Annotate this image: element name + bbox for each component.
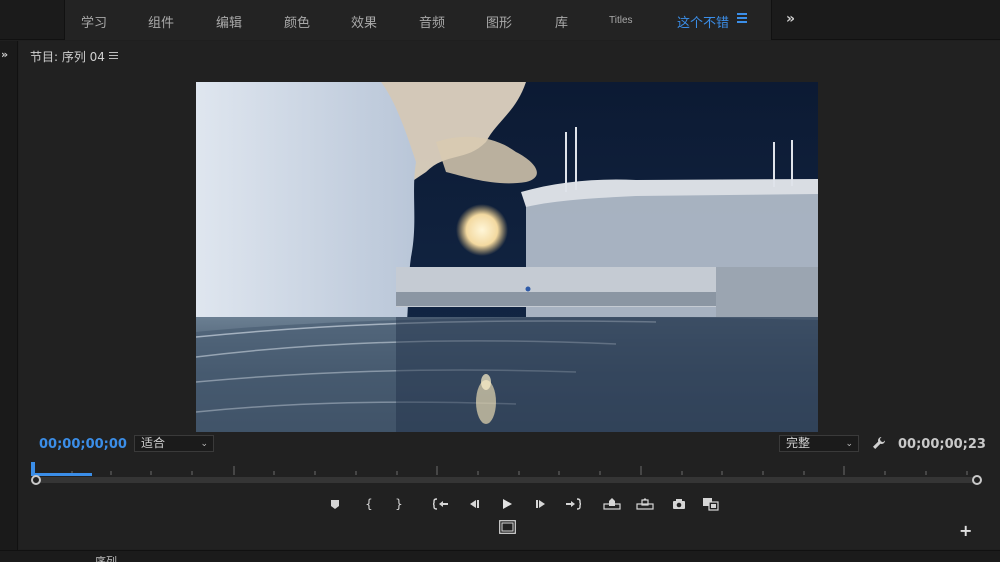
chevron-down-icon: ⌄ [200,439,208,449]
safe-margins-icon[interactable] [499,520,516,534]
video-frame-image [196,82,818,432]
workspace-bar: 学习 组件 编辑 颜色 效果 音频 图形 库 Titles 这个不错 » [0,0,1000,40]
play-icon [503,499,512,509]
left-panel-collapsed [0,41,18,551]
workspace-tab-effects[interactable]: 效果 [351,12,377,31]
hamburger-menu-icon[interactable] [109,52,118,61]
workspace-tab-titles[interactable]: Titles [609,15,633,26]
mark-in-icon: { [365,497,373,511]
panel-title[interactable]: 节目: 序列 04 [30,48,105,65]
plus-icon[interactable]: + [959,521,972,540]
mark-out-button[interactable]: } [390,496,408,512]
extract-button[interactable] [636,496,654,512]
camera-icon [673,499,685,509]
current-timecode[interactable]: 00;00;00;00 [39,437,127,452]
resolution-select-value: 完整 [786,436,811,450]
bottom-panel-tab[interactable]: 序列 [95,556,117,562]
step-back-icon [470,500,479,508]
zoom-handle-right[interactable] [972,475,982,485]
playback-progress [31,473,92,476]
lift-icon [603,498,621,510]
bottom-panel [0,550,1000,562]
chevron-down-icon: ⌄ [845,439,853,449]
step-back-button[interactable] [465,496,483,512]
workspace-tab-graphics[interactable]: 图形 [486,12,512,31]
add-marker-button[interactable] [326,496,344,512]
workspace-tab-learn[interactable]: 学习 [81,12,107,31]
go-to-out-button[interactable] [564,496,582,512]
go-to-in-icon [433,498,448,510]
workspace-tab-assembly[interactable]: 组件 [148,12,174,31]
playback-resolution-select[interactable]: 完整 ⌄ [779,435,859,452]
playhead[interactable] [31,462,35,474]
step-forward-button[interactable] [532,496,550,512]
mark-out-icon: } [395,497,403,511]
workspace-tab-color[interactable]: 颜色 [284,12,310,31]
export-frame-button[interactable] [670,496,688,512]
workspace-tab-libraries[interactable]: 库 [555,12,568,31]
zoom-handle-left[interactable] [31,475,41,485]
workspace-menu-icon[interactable] [737,13,747,25]
zoom-scrollbar[interactable] [36,477,976,483]
expand-panel-icon[interactable]: » [1,48,8,61]
fit-select-value: 适合 [141,436,166,450]
double-chevron-right-icon[interactable]: » [786,11,795,27]
mark-in-button[interactable]: { [360,496,378,512]
add-marker-icon [331,499,339,509]
lift-button[interactable] [603,496,621,512]
fit-select[interactable]: 适合 ⌄ [134,435,214,452]
wrench-icon[interactable] [872,436,886,450]
go-to-in-button[interactable] [432,496,450,512]
premiere-window: 学习 组件 编辑 颜色 效果 音频 图形 库 Titles 这个不错 » » 节… [0,0,1000,562]
program-monitor-panel: 节目: 序列 04 00;00;00;00 适合 ⌄ 完整 ⌄ 00;00;00… [19,41,1000,549]
workspace-tab-editing[interactable]: 编辑 [216,12,242,31]
duration-timecode: 00;00;00;23 [898,437,986,452]
workspace-tab-custom[interactable]: 这个不错 [677,12,729,31]
comparison-view-icon [703,498,719,511]
time-ruler[interactable] [31,461,986,491]
step-forward-icon [536,500,545,508]
extract-icon [636,498,654,510]
comparison-view-button[interactable] [702,496,720,512]
go-to-out-icon [566,498,581,510]
play-button[interactable] [498,496,516,512]
video-preview [196,82,818,432]
workspace-tab-audio[interactable]: 音频 [419,12,445,31]
